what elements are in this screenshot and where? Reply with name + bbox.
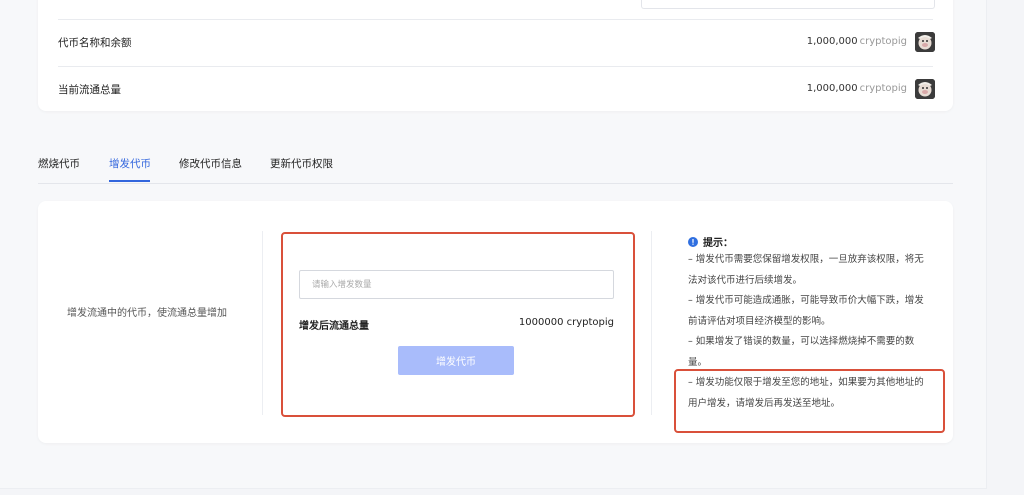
divider [651,231,652,415]
current-supply-amount: 1,000,000 [806,83,858,94]
cryptopig-avatar-icon [915,79,935,99]
active-tab-indicator [109,180,150,182]
token-action-tabs: 燃烧代币 增发代币 修改代币信息 更新代币权限 [38,148,953,184]
tab-burn-token[interactable]: 燃烧代币 [38,156,80,171]
tab-edit-token-info[interactable]: 修改代币信息 [179,156,242,171]
token-balance-amount: 1,000,000 [806,36,858,47]
divider [58,19,933,20]
token-balance-unit: cryptopig [859,36,907,47]
info-icon [688,236,698,247]
tip-item: – 增发代币需要您保留增发权限，一旦放弃该权限，将无法对该代币进行后续增发。 [688,254,924,286]
divider [262,231,263,415]
tips-title: 提示： [703,238,733,249]
tab-update-token-permissions[interactable]: 更新代币权限 [270,156,333,171]
current-supply-label: 当前流通总量 [58,84,121,96]
token-balance-value: 1,000,000 cryptopig [807,36,907,47]
tab-issue-token[interactable]: 增发代币 [109,156,151,171]
issue-description: 增发流通中的代币，使流通总量增加 [67,308,227,319]
tips-heading: 提示： [688,234,733,249]
current-supply-value: 1,000,000 cryptopig [807,83,907,94]
token-info-card: 代币名称和余额 1,000,000 cryptopig 当前流通总量 1,000,… [38,0,953,111]
divider [58,66,933,67]
token-name-balance-label: 代币名称和余额 [58,37,132,49]
annotation-box-issue-form [281,232,635,417]
annotation-box-address-tip [674,369,945,433]
cryptopig-avatar-icon [915,32,935,52]
top-input-field[interactable] [641,0,935,9]
main-area: 代币名称和余额 1,000,000 cryptopig 当前流通总量 1,000,… [0,0,987,489]
current-supply-unit: cryptopig [859,83,907,94]
tip-item: – 增发代币可能造成通胀，可能导致币价大幅下跌，增发前请评估对项目经济模型的影响… [688,295,924,327]
tip-item: – 如果增发了错误的数量，可以选择燃烧掉不需要的数量。 [688,336,915,368]
